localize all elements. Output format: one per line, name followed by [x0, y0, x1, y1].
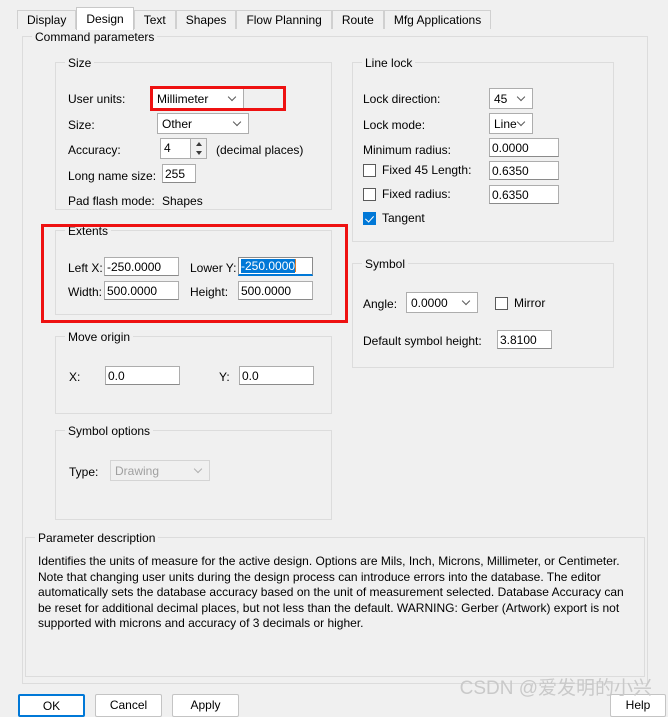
fixed-45-length-label: Fixed 45 Length: [382, 163, 471, 177]
angle-value: 0.0000 [411, 296, 448, 310]
user-units-combo[interactable]: Millimeter [152, 88, 244, 109]
accuracy-stepper[interactable]: 4 [160, 138, 207, 159]
tangent-checkbox[interactable]: Tangent [363, 211, 425, 225]
tab-display[interactable]: Display [17, 10, 76, 29]
chevron-down-icon [229, 94, 237, 102]
size-value: Other [162, 117, 192, 131]
chevron-down-icon [518, 94, 526, 102]
lower-y-label: Lower Y: [190, 261, 236, 275]
user-units-value: Millimeter [157, 92, 208, 106]
text-caret [295, 259, 296, 272]
line-lock-legend: Line lock [362, 56, 415, 70]
lock-mode-combo[interactable]: Line [489, 113, 533, 134]
accuracy-value[interactable]: 4 [160, 138, 190, 159]
default-symbol-height-label: Default symbol height: [363, 334, 482, 348]
help-button[interactable]: Help [610, 694, 666, 717]
spin-up-icon[interactable] [191, 139, 206, 149]
tab-shapes[interactable]: Shapes [176, 10, 237, 29]
extents-legend: Extents [65, 224, 111, 238]
tab-route[interactable]: Route [332, 10, 384, 29]
lock-mode-label: Lock mode: [363, 118, 425, 132]
mirror-checkbox[interactable]: Mirror [495, 296, 545, 310]
chevron-down-icon [195, 466, 203, 474]
accuracy-spin-buttons[interactable] [190, 138, 207, 159]
height-input[interactable] [238, 281, 313, 300]
chevron-down-icon [234, 119, 242, 127]
parameter-description-text: Identifies the units of measure for the … [38, 554, 634, 632]
angle-label: Angle: [363, 297, 397, 311]
long-name-size-label: Long name size: [68, 169, 156, 183]
parameter-description-group: Parameter description Identifies the uni… [25, 537, 645, 677]
size-label: Size: [68, 118, 95, 132]
fixed-radius-checkbox[interactable]: Fixed radius: [363, 187, 451, 201]
minimum-radius-label: Minimum radius: [363, 143, 451, 157]
spin-down-icon[interactable] [191, 149, 206, 159]
height-label: Height: [190, 285, 228, 299]
mirror-label: Mirror [514, 296, 545, 310]
lock-direction-value: 45 [494, 92, 507, 106]
symbol-type-value: Drawing [115, 464, 159, 478]
checkbox-icon[interactable] [363, 188, 376, 201]
chevron-down-icon [463, 298, 471, 306]
command-parameters-legend: Command parameters [32, 30, 157, 44]
tab-strip: Display Design Text Shapes Flow Planning… [17, 8, 491, 29]
tab-text[interactable]: Text [134, 10, 176, 29]
pad-flash-mode-label: Pad flash mode: [68, 194, 155, 208]
tab-mfg-applications[interactable]: Mfg Applications [384, 10, 491, 29]
apply-button[interactable]: Apply [172, 694, 239, 717]
move-origin-y-label: Y: [219, 370, 230, 384]
symbol-type-label: Type: [69, 465, 98, 479]
lock-direction-combo[interactable]: 45 [489, 88, 533, 109]
symbol-options-legend: Symbol options [65, 424, 153, 438]
symbol-legend: Symbol [362, 257, 408, 271]
accuracy-label: Accuracy: [68, 143, 121, 157]
symbol-group: Symbol [352, 263, 614, 368]
tab-flow-planning[interactable]: Flow Planning [236, 10, 331, 29]
chevron-down-icon [518, 119, 526, 127]
tangent-label: Tangent [382, 211, 425, 225]
move-origin-x-input[interactable] [105, 366, 180, 385]
fixed-45-length-checkbox[interactable]: Fixed 45 Length: [363, 163, 471, 177]
checkbox-checked-icon[interactable] [363, 212, 376, 225]
fixed-radius-input[interactable] [489, 185, 559, 204]
checkbox-icon[interactable] [495, 297, 508, 310]
default-symbol-height-input[interactable] [497, 330, 552, 349]
size-legend: Size [65, 56, 94, 70]
pad-flash-mode-value: Shapes [162, 194, 203, 208]
accuracy-suffix-label: (decimal places) [216, 143, 303, 157]
move-origin-x-label: X: [69, 370, 80, 384]
minimum-radius-input[interactable] [489, 138, 559, 157]
fixed-radius-label: Fixed radius: [382, 187, 451, 201]
move-origin-legend: Move origin [65, 330, 133, 344]
size-group: Size [55, 62, 332, 210]
lower-y-selected-text: -250.0000 [241, 259, 295, 273]
width-label: Width: [68, 285, 102, 299]
lower-y-input[interactable]: -250.0000 [238, 257, 313, 276]
angle-combo[interactable]: 0.0000 [406, 292, 478, 313]
user-units-label: User units: [68, 92, 125, 106]
parameter-description-legend: Parameter description [35, 531, 158, 545]
ok-button[interactable]: OK [18, 694, 85, 717]
width-input[interactable] [104, 281, 179, 300]
lock-mode-value: Line [494, 117, 517, 131]
cancel-button[interactable]: Cancel [95, 694, 162, 717]
lock-direction-label: Lock direction: [363, 92, 440, 106]
tab-design[interactable]: Design [76, 7, 133, 30]
left-x-label: Left X: [68, 261, 103, 275]
left-x-input[interactable] [104, 257, 179, 276]
size-combo[interactable]: Other [157, 113, 249, 134]
move-origin-y-input[interactable] [239, 366, 314, 385]
symbol-type-combo[interactable]: Drawing [110, 460, 210, 481]
checkbox-icon[interactable] [363, 164, 376, 177]
fixed-45-length-input[interactable] [489, 161, 559, 180]
long-name-size-input[interactable] [162, 164, 196, 183]
